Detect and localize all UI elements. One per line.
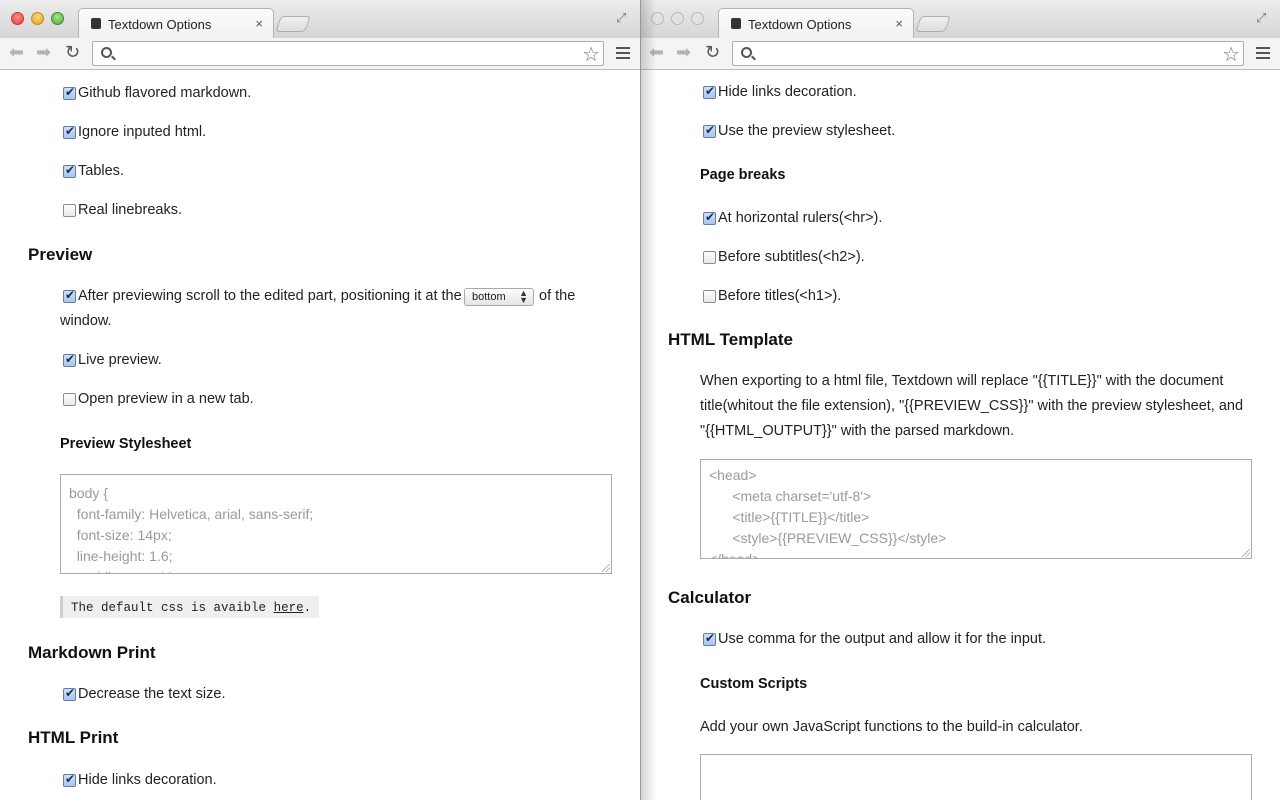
- new-tab-button[interactable]: [275, 16, 311, 32]
- star-icon[interactable]: ☆: [582, 42, 600, 67]
- decrease-text-label: Decrease the text size.: [78, 686, 226, 702]
- open-new-tab-label: Open preview in a new tab.: [78, 391, 254, 407]
- tab-title: Textdown Options: [108, 17, 212, 32]
- search-icon: [741, 47, 752, 58]
- break-before-h1-label: Before titles(<h1>).: [718, 288, 842, 304]
- close-window-button[interactable]: [11, 12, 24, 25]
- scroll-position-select[interactable]: bottom ▲ ▼: [464, 288, 534, 306]
- decrease-text-checkbox[interactable]: [63, 686, 76, 701]
- custom-scripts-heading: Custom Scripts: [700, 676, 808, 692]
- live-preview-label: Live preview.: [78, 352, 162, 368]
- options-page: Github flavored markdown. Ignore inputed…: [0, 70, 640, 800]
- hide-links-checkbox[interactable]: [63, 772, 76, 787]
- close-window-button[interactable]: [651, 12, 664, 25]
- real-linebreaks-label: Real linebreaks.: [78, 202, 182, 218]
- resize-grip-icon[interactable]: [1242, 549, 1250, 557]
- html-template-description: When exporting to a html file, Textdown …: [700, 373, 1244, 439]
- tab-strip: Textdown Options × ⤢: [640, 0, 1280, 38]
- break-at-hr-checkbox[interactable]: [703, 210, 716, 225]
- preview-stylesheet-heading: Preview Stylesheet: [60, 436, 192, 452]
- tab-textdown-options[interactable]: Textdown Options ×: [78, 8, 274, 38]
- scroll-position-value: bottom: [472, 291, 506, 303]
- new-tab-button[interactable]: [915, 16, 951, 32]
- scroll-to-edited-label-end: of the: [539, 288, 576, 304]
- break-before-h2-label: Before subtitles(<h2>).: [718, 249, 865, 265]
- real-linebreaks-checkbox[interactable]: [63, 204, 76, 217]
- preview-stylesheet-textarea[interactable]: body { font-family: Helvetica, arial, sa…: [60, 474, 612, 574]
- use-comma-checkbox[interactable]: [703, 631, 716, 646]
- tab-textdown-options[interactable]: Textdown Options ×: [718, 8, 914, 38]
- scroll-to-edited-checkbox[interactable]: [63, 288, 76, 303]
- hide-links-label: Hide links decoration.: [718, 84, 857, 100]
- tables-label: Tables.: [78, 163, 124, 179]
- minimize-window-button[interactable]: [671, 12, 684, 25]
- scroll-to-edited-label: After previewing scroll to the edited pa…: [78, 288, 462, 304]
- address-bar[interactable]: ☆: [92, 41, 604, 66]
- zoom-window-button[interactable]: [691, 12, 704, 25]
- menu-icon[interactable]: [616, 47, 630, 62]
- right-browser-window: Textdown Options × ⤢ ⬅ ➡ ↻ ☆ Hide links …: [640, 0, 1280, 800]
- default-css-end: .: [303, 601, 312, 615]
- forward-arrow-icon[interactable]: ➡: [36, 42, 51, 63]
- reload-icon[interactable]: ↻: [705, 42, 720, 63]
- menu-icon[interactable]: [1256, 47, 1270, 62]
- live-preview-checkbox[interactable]: [63, 352, 76, 367]
- markdown-print-heading: Markdown Print: [28, 643, 156, 662]
- tab-close-icon[interactable]: ×: [895, 16, 903, 31]
- calculator-heading: Calculator: [668, 588, 752, 607]
- tab-title: Textdown Options: [748, 17, 852, 32]
- address-bar[interactable]: ☆: [732, 41, 1244, 66]
- page-breaks-heading: Page breaks: [700, 167, 786, 183]
- minimize-window-button[interactable]: [31, 12, 44, 25]
- options-page: Hide links decoration. Use the preview s…: [640, 70, 1280, 800]
- ignore-html-label: Ignore inputed html.: [78, 124, 207, 140]
- break-at-hr-label: At horizontal rulers(<hr>).: [718, 210, 883, 226]
- default-css-text: The default css is avaible: [71, 601, 267, 615]
- browser-toolbar: ⬅ ➡ ↻ ☆: [0, 38, 640, 70]
- hide-links-label: Hide links decoration.: [78, 772, 217, 788]
- page-icon: [731, 18, 741, 29]
- select-arrows-icon: ▲ ▼: [519, 288, 528, 305]
- html-print-heading: HTML Print: [28, 728, 119, 747]
- break-before-h2-checkbox[interactable]: [703, 251, 716, 264]
- html-template-heading: HTML Template: [668, 330, 793, 349]
- custom-scripts-textarea[interactable]: [700, 754, 1252, 800]
- github-flavored-checkbox[interactable]: [63, 85, 76, 100]
- use-preview-stylesheet-checkbox[interactable]: [703, 123, 716, 138]
- use-comma-label: Use comma for the output and allow it fo…: [718, 631, 1047, 647]
- forward-arrow-icon[interactable]: ➡: [676, 42, 691, 63]
- tab-close-icon[interactable]: ×: [255, 16, 263, 31]
- custom-scripts-description: Add your own JavaScript functions to the…: [700, 719, 1083, 735]
- break-before-h1-checkbox[interactable]: [703, 290, 716, 303]
- back-arrow-icon[interactable]: ⬅: [649, 42, 664, 63]
- tables-checkbox[interactable]: [63, 163, 76, 178]
- reload-icon[interactable]: ↻: [65, 42, 80, 63]
- fullscreen-icon[interactable]: ⤢: [616, 10, 630, 25]
- scroll-to-edited-label-wrap: window.: [60, 313, 112, 329]
- left-browser-window: Textdown Options × ⤢ ⬅ ➡ ↻ ☆ Github flav…: [0, 0, 640, 800]
- stylesheet-code: body { font-family: Helvetica, arial, sa…: [69, 485, 314, 573]
- default-css-link[interactable]: here: [274, 601, 304, 615]
- preview-heading: Preview: [28, 245, 93, 264]
- resize-grip-icon[interactable]: [602, 564, 610, 572]
- search-icon: [101, 47, 112, 58]
- html-template-textarea[interactable]: <head> <meta charset='utf-8'> <title>{{T…: [700, 459, 1252, 559]
- back-arrow-icon[interactable]: ⬅: [9, 42, 24, 63]
- github-flavored-label: Github flavored markdown.: [78, 85, 252, 101]
- star-icon[interactable]: ☆: [1222, 42, 1240, 67]
- open-new-tab-checkbox[interactable]: [63, 393, 76, 406]
- template-code: <head> <meta charset='utf-8'> <title>{{T…: [709, 467, 947, 559]
- default-css-note: The default css is avaible here.: [60, 596, 320, 618]
- tab-strip: Textdown Options × ⤢: [0, 0, 640, 38]
- hide-links-checkbox[interactable]: [703, 84, 716, 99]
- browser-toolbar: ⬅ ➡ ↻ ☆: [640, 38, 1280, 70]
- page-icon: [91, 18, 101, 29]
- zoom-window-button[interactable]: [51, 12, 64, 25]
- ignore-html-checkbox[interactable]: [63, 124, 76, 139]
- use-preview-stylesheet-label: Use the preview stylesheet.: [718, 123, 896, 139]
- fullscreen-icon[interactable]: ⤢: [1256, 10, 1270, 25]
